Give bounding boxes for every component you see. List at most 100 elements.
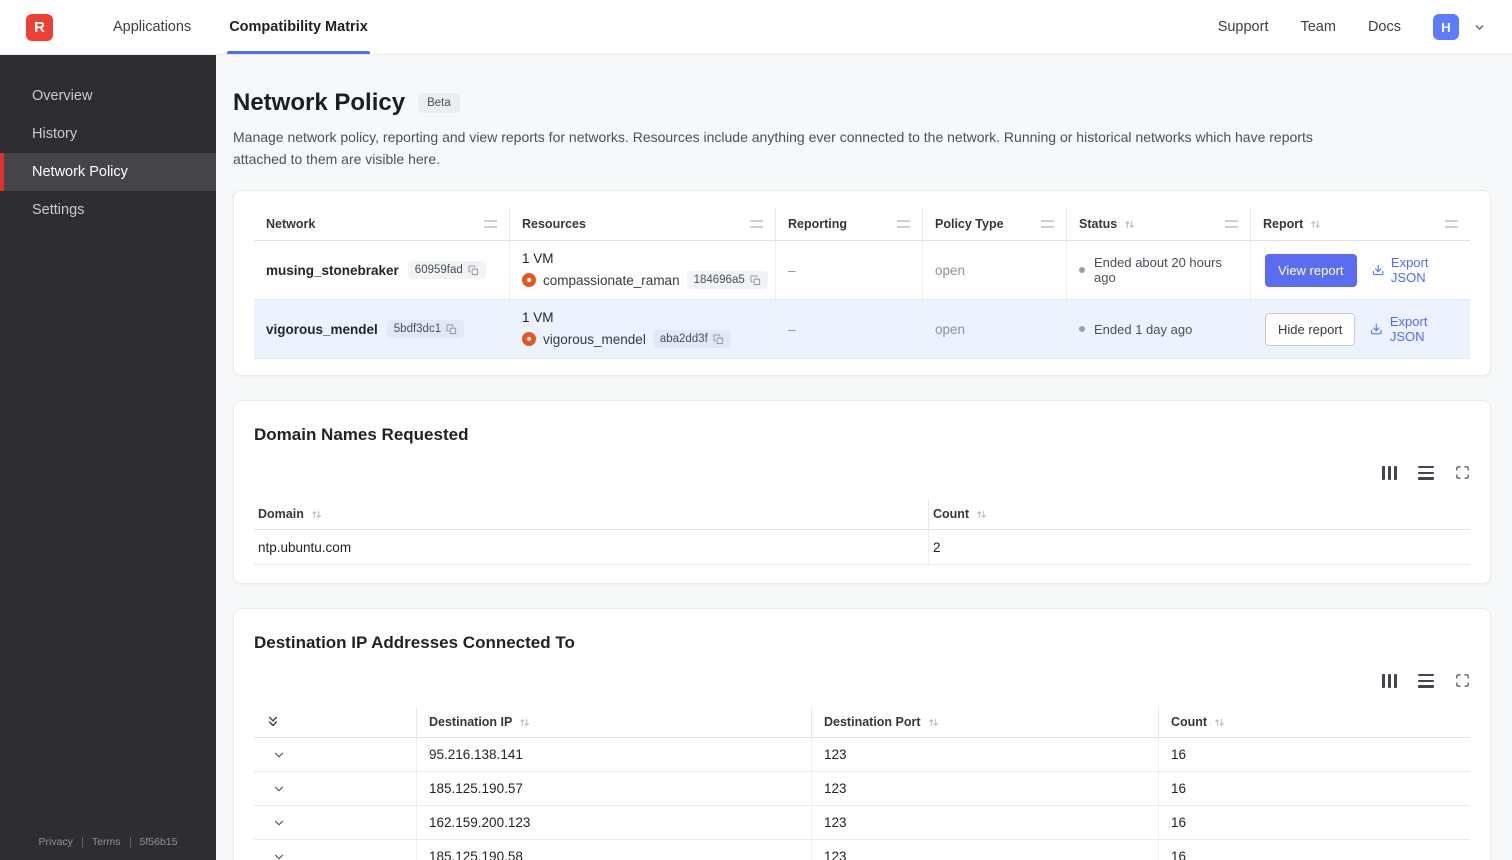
- sort-icon[interactable]: [1214, 717, 1225, 728]
- destination-ip-card: Destination IP Addresses Connected To De…: [233, 608, 1491, 860]
- top-nav-right: Support Team Docs H: [1218, 0, 1486, 54]
- resource-line: vigorous_mendel aba2dd3f: [522, 330, 731, 349]
- export-json-link[interactable]: Export JSON: [1370, 314, 1458, 344]
- card-title: Domain Names Requested: [254, 425, 469, 445]
- copy-icon[interactable]: [750, 275, 761, 286]
- hide-report-button[interactable]: Hide report: [1265, 312, 1356, 346]
- sort-icon[interactable]: [928, 717, 939, 728]
- user-avatar[interactable]: H: [1433, 14, 1459, 40]
- network-id-badge[interactable]: 5bdf3dc1: [386, 320, 465, 339]
- sidebar-item-overview[interactable]: Overview: [0, 77, 216, 115]
- download-icon: [1371, 324, 1382, 335]
- ip-table-row: 185.125.190.57 123 16: [254, 772, 1470, 807]
- network-policy-table-card: Network Resources Reporting Policy Type: [233, 190, 1491, 377]
- column-header-label: Status: [1079, 217, 1118, 232]
- row-expand-chevron-down-icon[interactable]: [270, 780, 288, 798]
- sort-icon[interactable]: [976, 509, 987, 520]
- destination-ip-value: 185.125.190.58: [417, 840, 812, 860]
- vm-count: 1 VM: [522, 310, 554, 326]
- sort-icon[interactable]: [519, 717, 530, 728]
- count-value: 16: [1171, 781, 1187, 797]
- row-expand-chevron-down-icon[interactable]: [270, 848, 288, 860]
- rows-density-icon[interactable]: [1418, 466, 1434, 480]
- app-logo[interactable]: R: [26, 13, 53, 41]
- privacy-link[interactable]: Privacy: [39, 836, 73, 848]
- ip-table-row: 95.216.138.141 123 16: [254, 738, 1470, 773]
- sort-icon[interactable]: [1310, 219, 1321, 230]
- nav-compatibility-matrix[interactable]: Compatibility Matrix: [227, 0, 370, 54]
- nav-docs[interactable]: Docs: [1368, 19, 1401, 35]
- chevron-down-icon[interactable]: [1473, 21, 1486, 34]
- destination-port-value: 123: [812, 738, 1159, 772]
- status-dot: [1079, 326, 1085, 333]
- drag-handle-icon[interactable]: [1445, 220, 1458, 229]
- copy-icon[interactable]: [468, 265, 479, 276]
- sidebar-item-settings[interactable]: Settings: [0, 191, 216, 229]
- column-header-label: Count: [1171, 715, 1208, 730]
- column-header-report[interactable]: Report: [1251, 208, 1470, 240]
- column-header-destination-port[interactable]: Destination Port: [812, 707, 1159, 738]
- drag-handle-icon[interactable]: [484, 220, 497, 229]
- sidebar-item-history[interactable]: History: [0, 115, 216, 153]
- column-header-label: Destination Port: [824, 715, 921, 730]
- column-header-label: Report: [1263, 217, 1304, 232]
- columns-icon[interactable]: [1381, 673, 1397, 688]
- view-report-button[interactable]: View report: [1265, 253, 1357, 287]
- rows-density-icon[interactable]: [1418, 674, 1434, 688]
- column-header-expand-all[interactable]: [254, 707, 417, 738]
- column-header-reporting[interactable]: Reporting: [776, 208, 923, 241]
- resource-id: aba2dd3f: [659, 333, 708, 346]
- drag-handle-icon[interactable]: [897, 220, 910, 229]
- resource-name: compassionate_raman: [543, 272, 680, 288]
- resource-id-badge[interactable]: aba2dd3f: [652, 330, 731, 349]
- double-chevron-down-icon[interactable]: [266, 714, 280, 730]
- column-header-domain[interactable]: Domain: [254, 499, 929, 530]
- export-json-link[interactable]: Export JSON: [1372, 255, 1458, 285]
- vm-os-icon: [522, 332, 536, 347]
- page-title: Network Policy: [233, 89, 406, 116]
- reporting-value: –: [776, 241, 923, 300]
- top-navigation: R Applications Compatibility Matrix Supp…: [0, 0, 1512, 55]
- resource-id-badge[interactable]: 184696a5: [686, 271, 768, 290]
- domain-value: ntp.ubuntu.com: [254, 530, 929, 565]
- row-expand-chevron-down-icon[interactable]: [270, 814, 288, 832]
- nav-applications[interactable]: Applications: [113, 0, 191, 54]
- domain-table-header: Domain Count: [254, 499, 1470, 531]
- column-header-count[interactable]: Count: [929, 499, 1470, 529]
- network-table-header: Network Resources Reporting Policy Type: [254, 208, 1470, 242]
- count-value: 16: [1171, 815, 1187, 831]
- drag-handle-icon[interactable]: [1041, 220, 1054, 229]
- destination-port-value: 123: [812, 840, 1159, 860]
- columns-icon[interactable]: [1381, 465, 1397, 480]
- drag-handle-icon[interactable]: [1225, 220, 1238, 229]
- network-name: musing_stonebraker: [266, 262, 399, 278]
- expand-icon[interactable]: [1455, 673, 1470, 688]
- column-header-network[interactable]: Network: [254, 208, 510, 241]
- network-id-badge[interactable]: 60959fad: [407, 261, 486, 280]
- page-header: Network Policy Beta: [233, 89, 1491, 117]
- column-header-destination-ip[interactable]: Destination IP: [417, 707, 812, 738]
- row-expand-chevron-down-icon[interactable]: [270, 746, 288, 764]
- sort-icon[interactable]: [1124, 219, 1135, 230]
- copy-icon[interactable]: [713, 334, 724, 345]
- expand-icon[interactable]: [1455, 465, 1470, 480]
- column-header-status[interactable]: Status: [1067, 208, 1251, 241]
- report-cell: Hide report Export JSON: [1251, 300, 1470, 358]
- column-header-resources[interactable]: Resources: [510, 208, 776, 241]
- column-header-label: Destination IP: [429, 715, 513, 730]
- sidebar-item-network-policy[interactable]: Network Policy: [0, 153, 216, 191]
- nav-team[interactable]: Team: [1300, 19, 1335, 35]
- sort-icon[interactable]: [311, 509, 322, 520]
- copy-icon[interactable]: [446, 324, 457, 335]
- network-cell: vigorous_mendel 5bdf3dc1: [254, 300, 510, 359]
- column-header-policy-type[interactable]: Policy Type: [923, 208, 1067, 241]
- drag-handle-icon[interactable]: [750, 220, 763, 229]
- destination-ip-value: 95.216.138.141: [417, 738, 812, 772]
- column-header-label: Network: [266, 217, 316, 232]
- count-value: 16: [1171, 747, 1187, 763]
- terms-link[interactable]: Terms: [92, 836, 121, 848]
- ip-table-header: Destination IP Destination Port Count: [254, 707, 1470, 739]
- network-id: 60959fad: [414, 264, 463, 277]
- column-header-count[interactable]: Count: [1159, 707, 1470, 737]
- nav-support[interactable]: Support: [1218, 19, 1269, 35]
